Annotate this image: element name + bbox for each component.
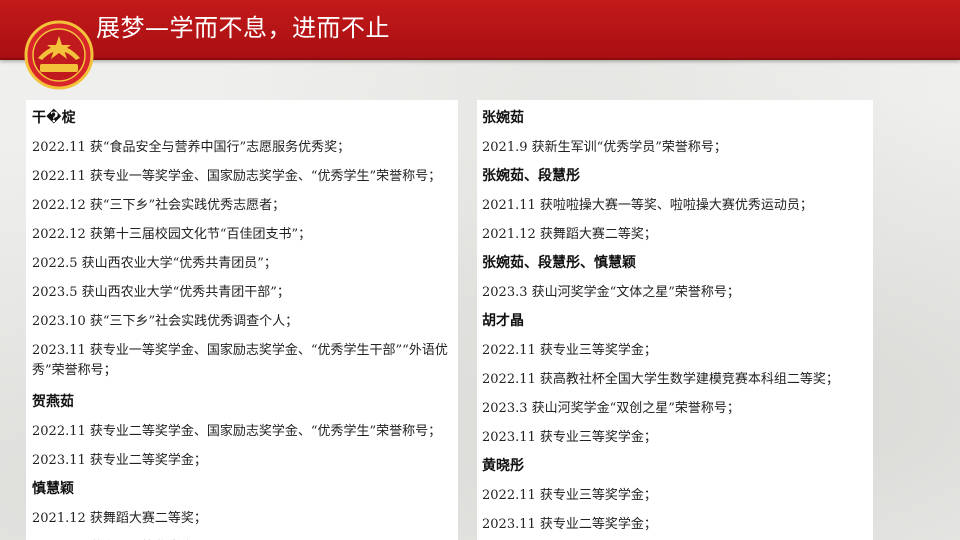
award-entry: 2023.3 获山河奖学金“文体之星”荣誉称号； [482,285,740,300]
award-entry: 2023.3 获山河奖学金“双创之星”荣誉称号； [482,401,740,416]
award-entry: 2022.5 获山西农业大学“优秀共青团员”； [32,256,277,271]
awards-list-left: 干�椗 2022.11 获“食品安全与营养中国行”志愿服务优秀奖； 2022.11 … [26,100,458,540]
award-entry: 2021.9 获新生军训“优秀学员”荣誉称号； [482,140,727,155]
award-entry: 2022.12 获“三下乡”社会实践优秀志愿者； [32,198,286,213]
awards-panel-left: 干�椗 2022.11 获“食品安全与营养中国行”志愿服务优秀奖； 2022.11 … [26,100,458,540]
award-entry: 2023.5 获山西农业大学“优秀共青团干部”； [32,285,290,300]
student-name-heading: 张婉茹、段慧彤 [482,168,580,184]
award-entry: 2022.11 获专业三等奖学金； [482,343,657,358]
award-entry: 2023.11 获专业三等奖学金； [482,430,657,445]
award-entry: 2023.11 获专业二等奖学金； [482,517,657,532]
award-entry: 2022.11 获高教社杯全国大学生数学建模竞赛本科组二等奖； [482,372,839,387]
award-entry: 2021.11 获啦啦操大赛一等奖、啦啦操大赛优秀运动员； [482,198,813,213]
award-entry: 2022.11 获专业二等奖学金、国家励志奖学金、“优秀学生”荣誉称号； [32,424,442,439]
award-entry: 2022.11 获专业三等奖学金； [32,533,458,540]
student-name-heading: 张婉茹、段慧彤、慎慧颖 [482,255,636,271]
student-name-heading: 黄晓彤 [482,458,524,474]
student-name-heading: 干�椗 [32,110,76,126]
award-entry: 秀”荣誉称号； [32,363,117,378]
student-name-heading: 贺燕茹 [32,394,74,410]
page-title: 展梦—学而不息，进而不止 [96,14,390,42]
award-entry: 2022.11 获专业三等奖学金； [482,488,657,503]
youth-league-emblem-icon [24,20,94,90]
student-name-heading: 慎慧颖 [32,481,74,497]
award-entry: 2023.11 获专业一等奖学金、国家励志奖学金、“优秀学生干部”“外语优 [32,343,448,358]
award-entry: 2021.12 获舞蹈大赛二等奖； [32,511,207,526]
award-entry: 2022.12 获第十三届校园文化节“百佳团支书”； [32,227,312,242]
award-entry: 2023.10 获“三下乡”社会实践优秀调查个人； [32,314,299,329]
title-banner: 展梦—学而不息，进而不止 [0,0,960,90]
student-name-heading: 张婉茹 [482,110,524,126]
awards-list-right: 张婉茹 2021.9 获新生军训“优秀学员”荣誉称号； 张婉茹、段慧彤 2021.11… [477,100,873,539]
award-entry: 2022.11 获“食品安全与营养中国行”志愿服务优秀奖； [32,140,351,155]
award-entry: 2021.12 获舞蹈大赛二等奖； [482,227,657,242]
awards-panel-right: 张婉茹 2021.9 获新生军训“优秀学员”荣誉称号； 张婉茹、段慧彤 2021.11… [477,100,873,540]
award-entry: 2022.11 获专业一等奖学金、国家励志奖学金、“优秀学生”荣誉称号； [32,169,442,184]
award-entry: 2023.11 获专业二等奖学金； [32,453,207,468]
student-name-heading: 胡才晶 [482,313,524,329]
